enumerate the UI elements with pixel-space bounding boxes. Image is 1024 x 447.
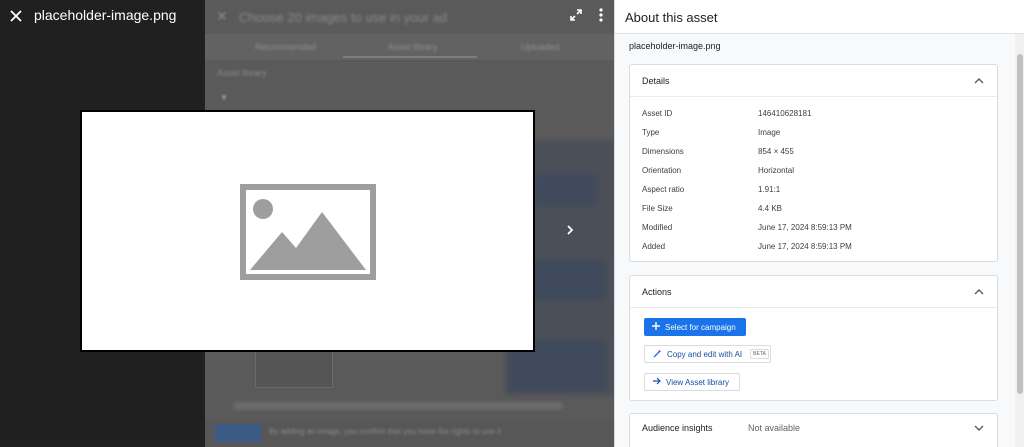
viewer-topbar: placeholder-image.png <box>0 0 614 32</box>
background-tab-asset-library: Asset library <box>388 42 438 52</box>
view-asset-library-button[interactable]: View Asset library <box>644 373 740 391</box>
asset-info-panel: About this asset placeholder-image.png D… <box>614 0 1024 447</box>
viewer-file-title: placeholder-image.png <box>34 7 177 23</box>
image-preview <box>80 110 535 352</box>
detail-row: Modified June 17, 2024 8:59:13 PM <box>642 223 982 237</box>
audience-insights-title: Audience insights <box>642 423 713 433</box>
detail-value: June 17, 2024 8:59:13 PM <box>758 223 852 232</box>
select-for-campaign-label: Select for campaign <box>665 322 736 332</box>
background-selected-thumb <box>255 350 333 388</box>
actions-card-header[interactable]: Actions <box>630 276 997 308</box>
detail-row: Aspect ratio 1.91:1 <box>642 185 982 199</box>
detail-label: Asset ID <box>642 109 673 118</box>
more-vert-icon[interactable] <box>592 6 610 24</box>
detail-row: Dimensions 854 × 455 <box>642 147 982 161</box>
audience-insights-card[interactable]: Audience insights Not available <box>629 413 998 447</box>
detail-value: 1.91:1 <box>758 185 781 194</box>
detail-value: Horizontal <box>758 166 795 175</box>
close-icon[interactable] <box>6 6 26 26</box>
detail-row: Orientation Horizontal <box>642 166 982 180</box>
background-footer-text: By adding an image, you confirm that you… <box>269 427 502 436</box>
background-save-button <box>215 424 261 442</box>
background-thumb <box>535 175 595 205</box>
actions-card: Actions Select for campaign Copy and edi… <box>629 275 998 401</box>
background-tab-indicator <box>343 56 477 58</box>
detail-value: 854 × 455 <box>758 147 794 156</box>
audience-insights-value: Not available <box>748 423 801 433</box>
background-tab-uploaded: Uploaded <box>521 42 560 52</box>
background-progress-bar <box>233 402 563 410</box>
details-card-title: Details <box>642 76 670 86</box>
actions-card-title: Actions <box>642 287 672 297</box>
detail-value: June 17, 2024 8:59:13 PM <box>758 242 852 251</box>
image-placeholder-icon <box>240 184 376 280</box>
background-tabs: Recommended Asset library Uploaded <box>205 34 614 60</box>
detail-row: Added June 17, 2024 8:59:13 PM <box>642 242 982 256</box>
magic-wand-icon <box>653 349 662 360</box>
chevron-up-icon[interactable] <box>973 286 985 298</box>
chevron-up-icon[interactable] <box>973 75 985 87</box>
beta-badge: BETA <box>750 349 769 359</box>
detail-label: Modified <box>642 223 673 232</box>
background-tab-recommended: Recommended <box>255 42 317 52</box>
plus-icon <box>652 322 660 332</box>
detail-row: Asset ID 146410628181 <box>642 109 982 123</box>
detail-label: Added <box>642 242 666 251</box>
detail-label: Orientation <box>642 166 682 175</box>
background-filter-icon: ▼ <box>219 93 229 104</box>
arrow-right-icon <box>653 377 661 387</box>
background-section-label: Asset library <box>217 68 267 78</box>
asset-name: placeholder-image.png <box>629 41 721 51</box>
select-for-campaign-button[interactable]: Select for campaign <box>644 318 746 336</box>
chevron-down-icon[interactable] <box>973 422 985 434</box>
detail-row: Type Image <box>642 128 982 142</box>
detail-value: 4.4 KB <box>758 204 783 213</box>
detail-value: Image <box>758 128 781 137</box>
image-viewer: ✕ Choose 20 images to use in your ad Rec… <box>0 0 614 447</box>
chevron-right-icon[interactable] <box>561 221 579 239</box>
details-card: Details Asset ID 146410628181 Type Image… <box>629 64 998 262</box>
detail-value: 146410628181 <box>758 109 812 118</box>
detail-label: Aspect ratio <box>642 185 685 194</box>
expand-icon[interactable] <box>567 6 585 24</box>
view-asset-library-label: View Asset library <box>666 377 729 387</box>
detail-label: File Size <box>642 204 673 213</box>
detail-row: File Size 4.4 KB <box>642 204 982 218</box>
copy-edit-ai-button[interactable]: Copy and edit with AI BETA <box>644 345 771 363</box>
detail-label: Type <box>642 128 660 137</box>
panel-scrollbar[interactable] <box>1015 34 1024 447</box>
details-card-header[interactable]: Details <box>630 65 997 97</box>
detail-label: Dimensions <box>642 147 684 156</box>
scrollbar-thumb[interactable] <box>1017 54 1023 394</box>
copy-edit-ai-label: Copy and edit with AI <box>667 349 743 359</box>
panel-header: About this asset <box>615 0 1024 34</box>
panel-title: About this asset <box>625 10 718 25</box>
